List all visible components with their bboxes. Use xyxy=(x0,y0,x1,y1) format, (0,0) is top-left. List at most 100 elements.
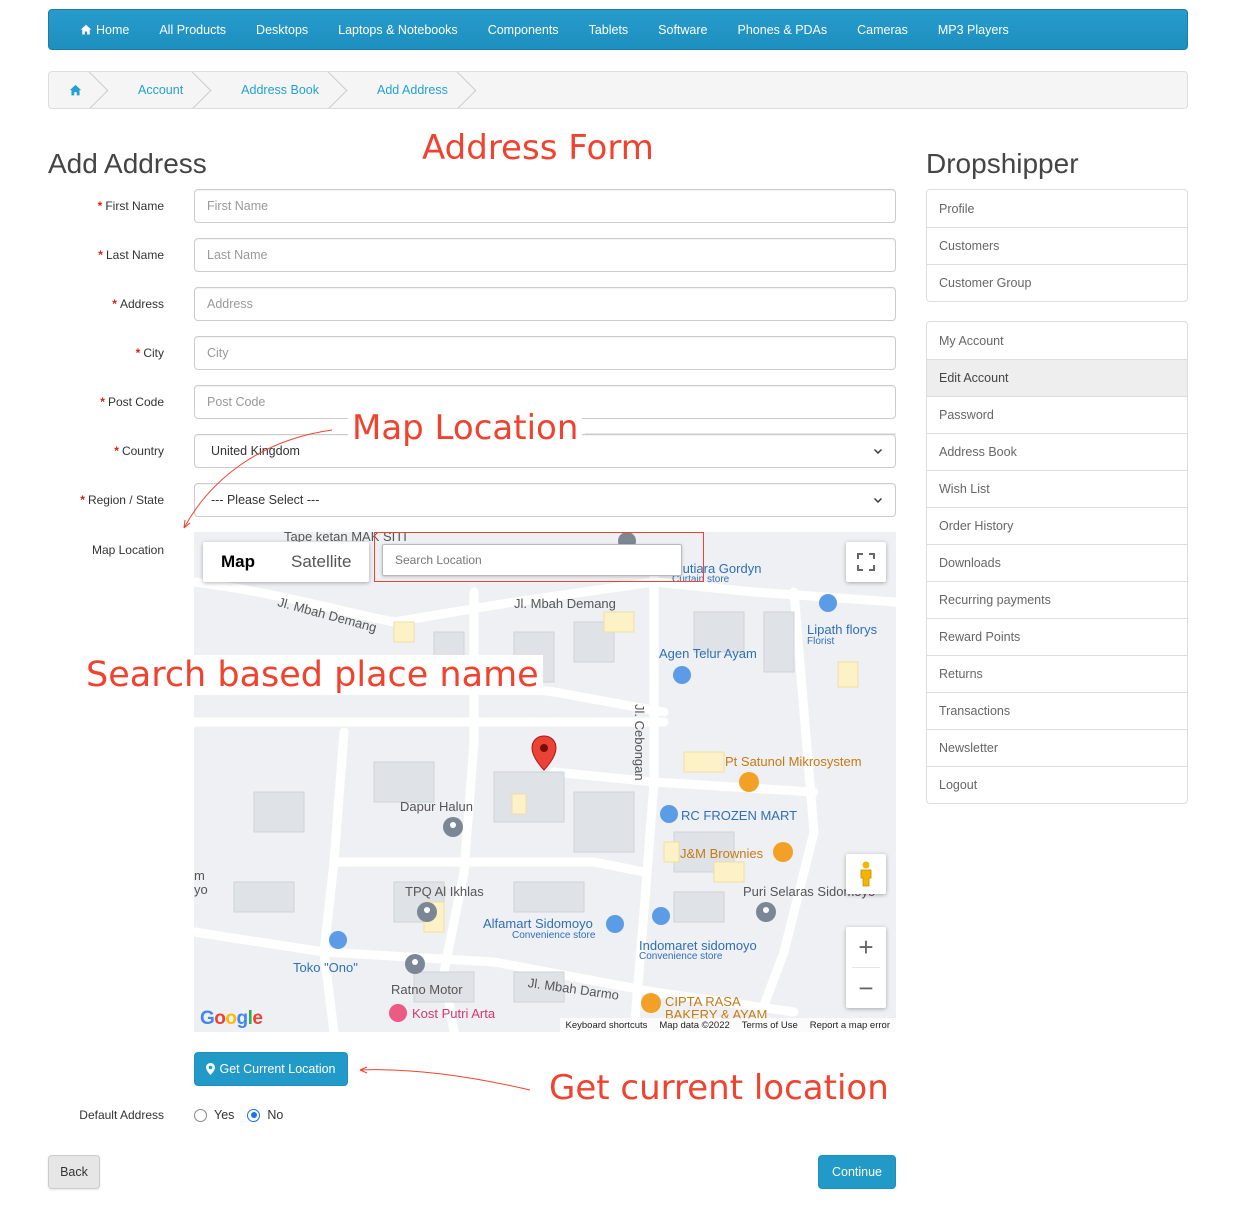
address-row: * Address Address xyxy=(48,287,896,321)
nav-laptops[interactable]: Laptops & Notebooks xyxy=(323,23,473,37)
default-yes-radio[interactable]: Yes xyxy=(194,1108,234,1122)
first-name-label: * First Name xyxy=(97,199,164,213)
city-input[interactable]: City xyxy=(194,336,896,370)
annotation-map-location: Map Location xyxy=(348,408,583,448)
pegman-icon xyxy=(860,861,872,887)
minus-icon: − xyxy=(858,972,874,1003)
plus-icon: + xyxy=(858,931,874,962)
home-icon xyxy=(69,84,82,95)
sidebar-item-downloads[interactable]: Downloads xyxy=(927,544,1187,581)
sidebar-item-my-account[interactable]: My Account xyxy=(927,322,1187,359)
first-name-row: * First Name First Name xyxy=(48,189,896,223)
map-label-florist: Florist xyxy=(807,636,835,647)
map-label-jl-mbah-demang-2: Jl. Mbah Demang xyxy=(514,596,616,611)
nav-components[interactable]: Components xyxy=(473,23,574,37)
nav-tablets[interactable]: Tablets xyxy=(574,23,644,37)
nav-software[interactable]: Software xyxy=(643,23,722,37)
map-label-indomaret-sub: Convenience store xyxy=(639,951,723,962)
sidebar-item-reward-points[interactable]: Reward Points xyxy=(927,618,1187,655)
nav-mp3[interactable]: MP3 Players xyxy=(923,23,1024,37)
sidebar-item-profile[interactable]: Profile xyxy=(927,190,1187,227)
radio-no-indicator xyxy=(247,1108,261,1122)
map-marker-icon xyxy=(206,1063,216,1075)
nav-home[interactable]: Home xyxy=(65,23,144,37)
annotation-address-form: Address Form xyxy=(418,128,658,168)
breadcrumb-home[interactable] xyxy=(49,72,108,108)
map-label-edge-2: yo xyxy=(194,882,208,897)
sidebar-item-logout[interactable]: Logout xyxy=(927,766,1187,803)
chevron-down-icon xyxy=(874,498,882,503)
sidebar-item-wish-list[interactable]: Wish List xyxy=(927,470,1187,507)
map-label-alfamart: Alfamart Sidomoyo xyxy=(483,916,593,931)
region-select[interactable]: --- Please Select --- xyxy=(194,483,896,517)
get-current-location-button[interactable]: Get Current Location xyxy=(194,1052,348,1086)
sidebar-item-password[interactable]: Password xyxy=(927,396,1187,433)
fullscreen-button[interactable] xyxy=(846,542,886,582)
map-label-satunol: Pt Satunol Mikrosystem xyxy=(725,754,862,769)
get-current-location-label: Get Current Location xyxy=(219,1062,336,1076)
sidebar-item-transactions[interactable]: Transactions xyxy=(927,692,1187,729)
address-input[interactable]: Address xyxy=(194,287,896,321)
radio-yes-indicator xyxy=(194,1108,207,1122)
default-address-row: Default Address Yes No xyxy=(48,1108,283,1122)
post-code-label: * Post Code xyxy=(100,395,164,409)
map-label-ratno: Ratno Motor xyxy=(391,982,463,997)
last-name-input[interactable]: Last Name xyxy=(194,238,896,272)
city-label: * City xyxy=(135,346,164,360)
zoom-in-button[interactable]: + xyxy=(846,927,886,967)
default-address-label: Default Address xyxy=(79,1108,164,1122)
report-error-link[interactable]: Report a map error xyxy=(810,1020,890,1031)
sidebar-item-newsletter[interactable]: Newsletter xyxy=(927,729,1187,766)
map-type-map-button[interactable]: Map xyxy=(203,542,273,582)
last-name-label: * Last Name xyxy=(98,248,164,262)
sidebar-item-customers[interactable]: Customers xyxy=(927,227,1187,264)
top-navigation: Home All Products Desktops Laptops & Not… xyxy=(48,9,1188,50)
radio-no-label: No xyxy=(267,1108,284,1122)
breadcrumb-address-book[interactable]: Address Book xyxy=(211,72,347,108)
sidebar-item-order-history[interactable]: Order History xyxy=(927,507,1187,544)
zoom-out-button[interactable]: − xyxy=(846,968,886,1008)
continue-button[interactable]: Continue xyxy=(818,1155,896,1189)
nav-desktops[interactable]: Desktops xyxy=(241,23,323,37)
map-type-control: Map Satellite xyxy=(203,542,370,582)
map-location-label: Map Location xyxy=(91,543,164,557)
sidebar-item-recurring-payments[interactable]: Recurring payments xyxy=(927,581,1187,618)
search-location-input[interactable]: Search Location xyxy=(382,544,682,576)
keyboard-shortcuts-link[interactable]: Keyboard shortcuts xyxy=(566,1020,648,1031)
map-label-brownies: J&M Brownies xyxy=(680,846,764,861)
map-label-kost: Kost Putri Arta xyxy=(412,1006,496,1021)
address-label: * Address xyxy=(112,297,164,311)
back-button[interactable]: Back xyxy=(48,1155,100,1189)
nav-cameras[interactable]: Cameras xyxy=(842,23,923,37)
chevron-down-icon xyxy=(874,449,882,454)
sidebar-item-returns[interactable]: Returns xyxy=(927,655,1187,692)
page-title: Add Address xyxy=(48,148,207,179)
default-no-radio[interactable]: No xyxy=(247,1108,283,1122)
sidebar-item-address-book[interactable]: Address Book xyxy=(927,433,1187,470)
home-icon xyxy=(80,24,92,34)
annotation-get-current: Get current location xyxy=(545,1068,893,1108)
sidebar-group-dropshipper: Profile Customers Customer Group xyxy=(926,189,1188,302)
map-label-agen: Agen Telur Ayam xyxy=(659,646,757,661)
nav-home-label: Home xyxy=(96,22,130,37)
zoom-control: + − xyxy=(846,927,886,1008)
map-label-alfamart-sub: Convenience store xyxy=(512,930,596,941)
nav-all-products[interactable]: All Products xyxy=(144,23,241,37)
sidebar-title: Dropshipper xyxy=(926,148,1079,179)
map-view[interactable]: Tape ketan MAK SITI Putiara Gordyn Curta… xyxy=(194,532,896,1032)
street-view-button[interactable] xyxy=(846,854,886,894)
map-type-satellite-button[interactable]: Satellite xyxy=(273,542,369,582)
sidebar-item-edit-account[interactable]: Edit Account xyxy=(927,359,1187,396)
nav-phones[interactable]: Phones & PDAs xyxy=(723,23,843,37)
map-data-text: Map data ©2022 xyxy=(659,1019,730,1031)
breadcrumb-add-address[interactable]: Add Address xyxy=(347,72,476,108)
breadcrumb-account[interactable]: Account xyxy=(108,72,211,108)
sidebar-item-customer-group[interactable]: Customer Group xyxy=(927,264,1187,301)
map-label-frozen: RC FROZEN MART xyxy=(681,808,798,823)
map-label-toko: Toko "Ono" xyxy=(293,960,358,975)
terms-link[interactable]: Terms of Use xyxy=(742,1020,798,1031)
first-name-input[interactable]: First Name xyxy=(194,189,896,223)
map-label-tpq: TPQ Al Ikhlas xyxy=(405,884,484,899)
sidebar-group-account: My Account Edit Account Password Address… xyxy=(926,321,1188,804)
last-name-row: * Last Name Last Name xyxy=(48,238,896,272)
